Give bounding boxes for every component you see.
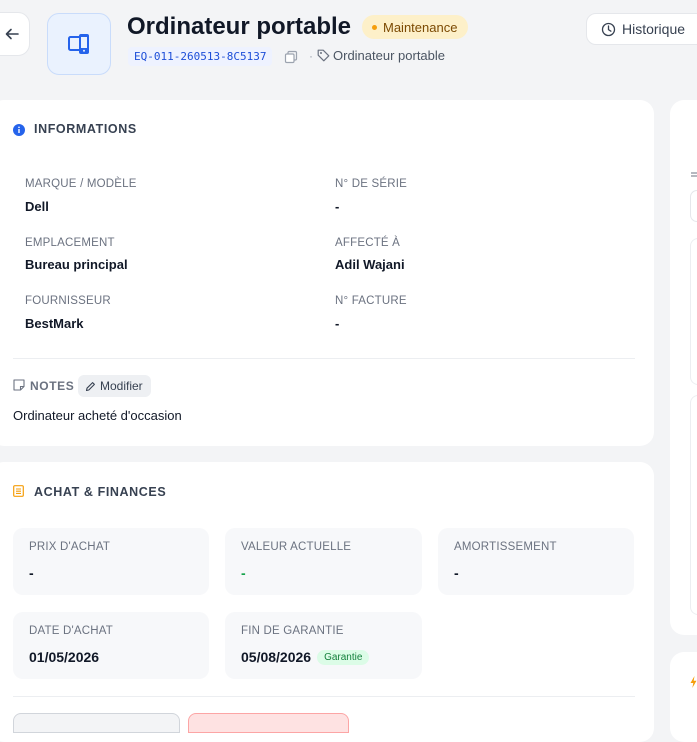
back-button[interactable] bbox=[0, 12, 30, 56]
status-dot bbox=[372, 24, 377, 30]
warranty-badge: Garantie bbox=[317, 650, 370, 665]
warranty-end-value-wrap: 05/08/2026 Garantie bbox=[241, 649, 370, 665]
warranty-end-value: 05/08/2026 bbox=[241, 649, 312, 665]
field-value-location: Bureau principal bbox=[25, 257, 128, 272]
status-badge: Maintenance bbox=[362, 15, 469, 39]
tag-icon bbox=[317, 49, 330, 62]
warranty-end-label: FIN DE GARANTIE bbox=[241, 625, 344, 637]
field-value-invoice: - bbox=[335, 316, 340, 331]
purchase-price-label: PRIX D'ACHAT bbox=[29, 541, 111, 553]
purchase-date-label: DATE D'ACHAT bbox=[29, 625, 114, 637]
action-button-secondary[interactable] bbox=[13, 713, 180, 733]
notes-title: NOTES bbox=[30, 379, 75, 393]
field-value-assigned: Adil Wajani bbox=[335, 257, 405, 272]
current-value-label: VALEUR ACTUELLE bbox=[241, 541, 352, 553]
field-label-location: EMPLACEMENT bbox=[25, 237, 115, 249]
copy-icon[interactable] bbox=[284, 50, 298, 64]
notes-text: Ordinateur acheté d'occasion bbox=[13, 408, 182, 423]
informations-title: INFORMATIONS bbox=[34, 122, 137, 136]
purchase-date-value: 01/05/2026 bbox=[29, 649, 100, 665]
purchase-date-box: DATE D'ACHAT 01/05/2026 bbox=[13, 612, 209, 679]
laptop-phone-icon bbox=[68, 34, 89, 54]
pencil-icon bbox=[85, 381, 95, 391]
divider bbox=[13, 696, 635, 697]
purchase-price-box: PRIX D'ACHAT - bbox=[13, 528, 209, 595]
warranty-end-box: FIN DE GARANTIE 05/08/2026 Garantie bbox=[225, 612, 422, 679]
page-title: Ordinateur portable bbox=[127, 13, 352, 40]
history-button[interactable]: Historique bbox=[586, 13, 697, 45]
link-icon bbox=[691, 172, 697, 177]
modify-label: Modifier bbox=[100, 379, 143, 393]
field-label-supplier: FOURNISSEUR bbox=[25, 295, 111, 307]
category-label: Ordinateur portable bbox=[333, 48, 446, 63]
ledger-icon bbox=[13, 485, 24, 497]
side-panel-card-2 bbox=[670, 652, 697, 742]
field-label-serial: N° DE SÉRIE bbox=[335, 178, 407, 190]
action-button-danger[interactable] bbox=[188, 713, 349, 733]
asset-id: EQ-011-260513-8C5137 bbox=[128, 47, 273, 66]
modify-notes-button[interactable]: Modifier bbox=[78, 375, 151, 397]
side-panel-input[interactable] bbox=[690, 190, 697, 222]
field-value-serial: - bbox=[335, 199, 340, 214]
field-label-assigned: AFFECTÉ À bbox=[335, 237, 401, 249]
clock-icon bbox=[601, 22, 616, 36]
history-label: Historique bbox=[622, 21, 686, 37]
field-value-supplier: BestMark bbox=[25, 316, 84, 331]
separator-dot: · bbox=[309, 49, 313, 63]
note-icon bbox=[13, 379, 25, 391]
info-icon bbox=[13, 124, 25, 136]
status-label: Maintenance bbox=[383, 19, 458, 35]
asset-type-icon bbox=[47, 13, 111, 75]
lightning-icon bbox=[690, 676, 697, 688]
current-value-box: VALEUR ACTUELLE - bbox=[225, 528, 422, 595]
finances-card bbox=[0, 462, 654, 742]
divider bbox=[13, 358, 635, 359]
side-panel-box bbox=[690, 395, 697, 615]
back-arrow-icon bbox=[5, 28, 19, 40]
depreciation-box: AMORTISSEMENT - bbox=[438, 528, 634, 595]
field-label-invoice: N° FACTURE bbox=[335, 295, 407, 307]
purchase-price-value: - bbox=[29, 565, 34, 581]
current-value-value: - bbox=[241, 565, 246, 581]
field-label-brand: MARQUE / MODÈLE bbox=[25, 178, 137, 190]
depreciation-label: AMORTISSEMENT bbox=[454, 541, 557, 553]
field-value-brand: Dell bbox=[25, 199, 49, 214]
finances-title: ACHAT & FINANCES bbox=[34, 485, 167, 499]
side-panel-box bbox=[690, 238, 697, 385]
depreciation-value: - bbox=[454, 565, 459, 581]
